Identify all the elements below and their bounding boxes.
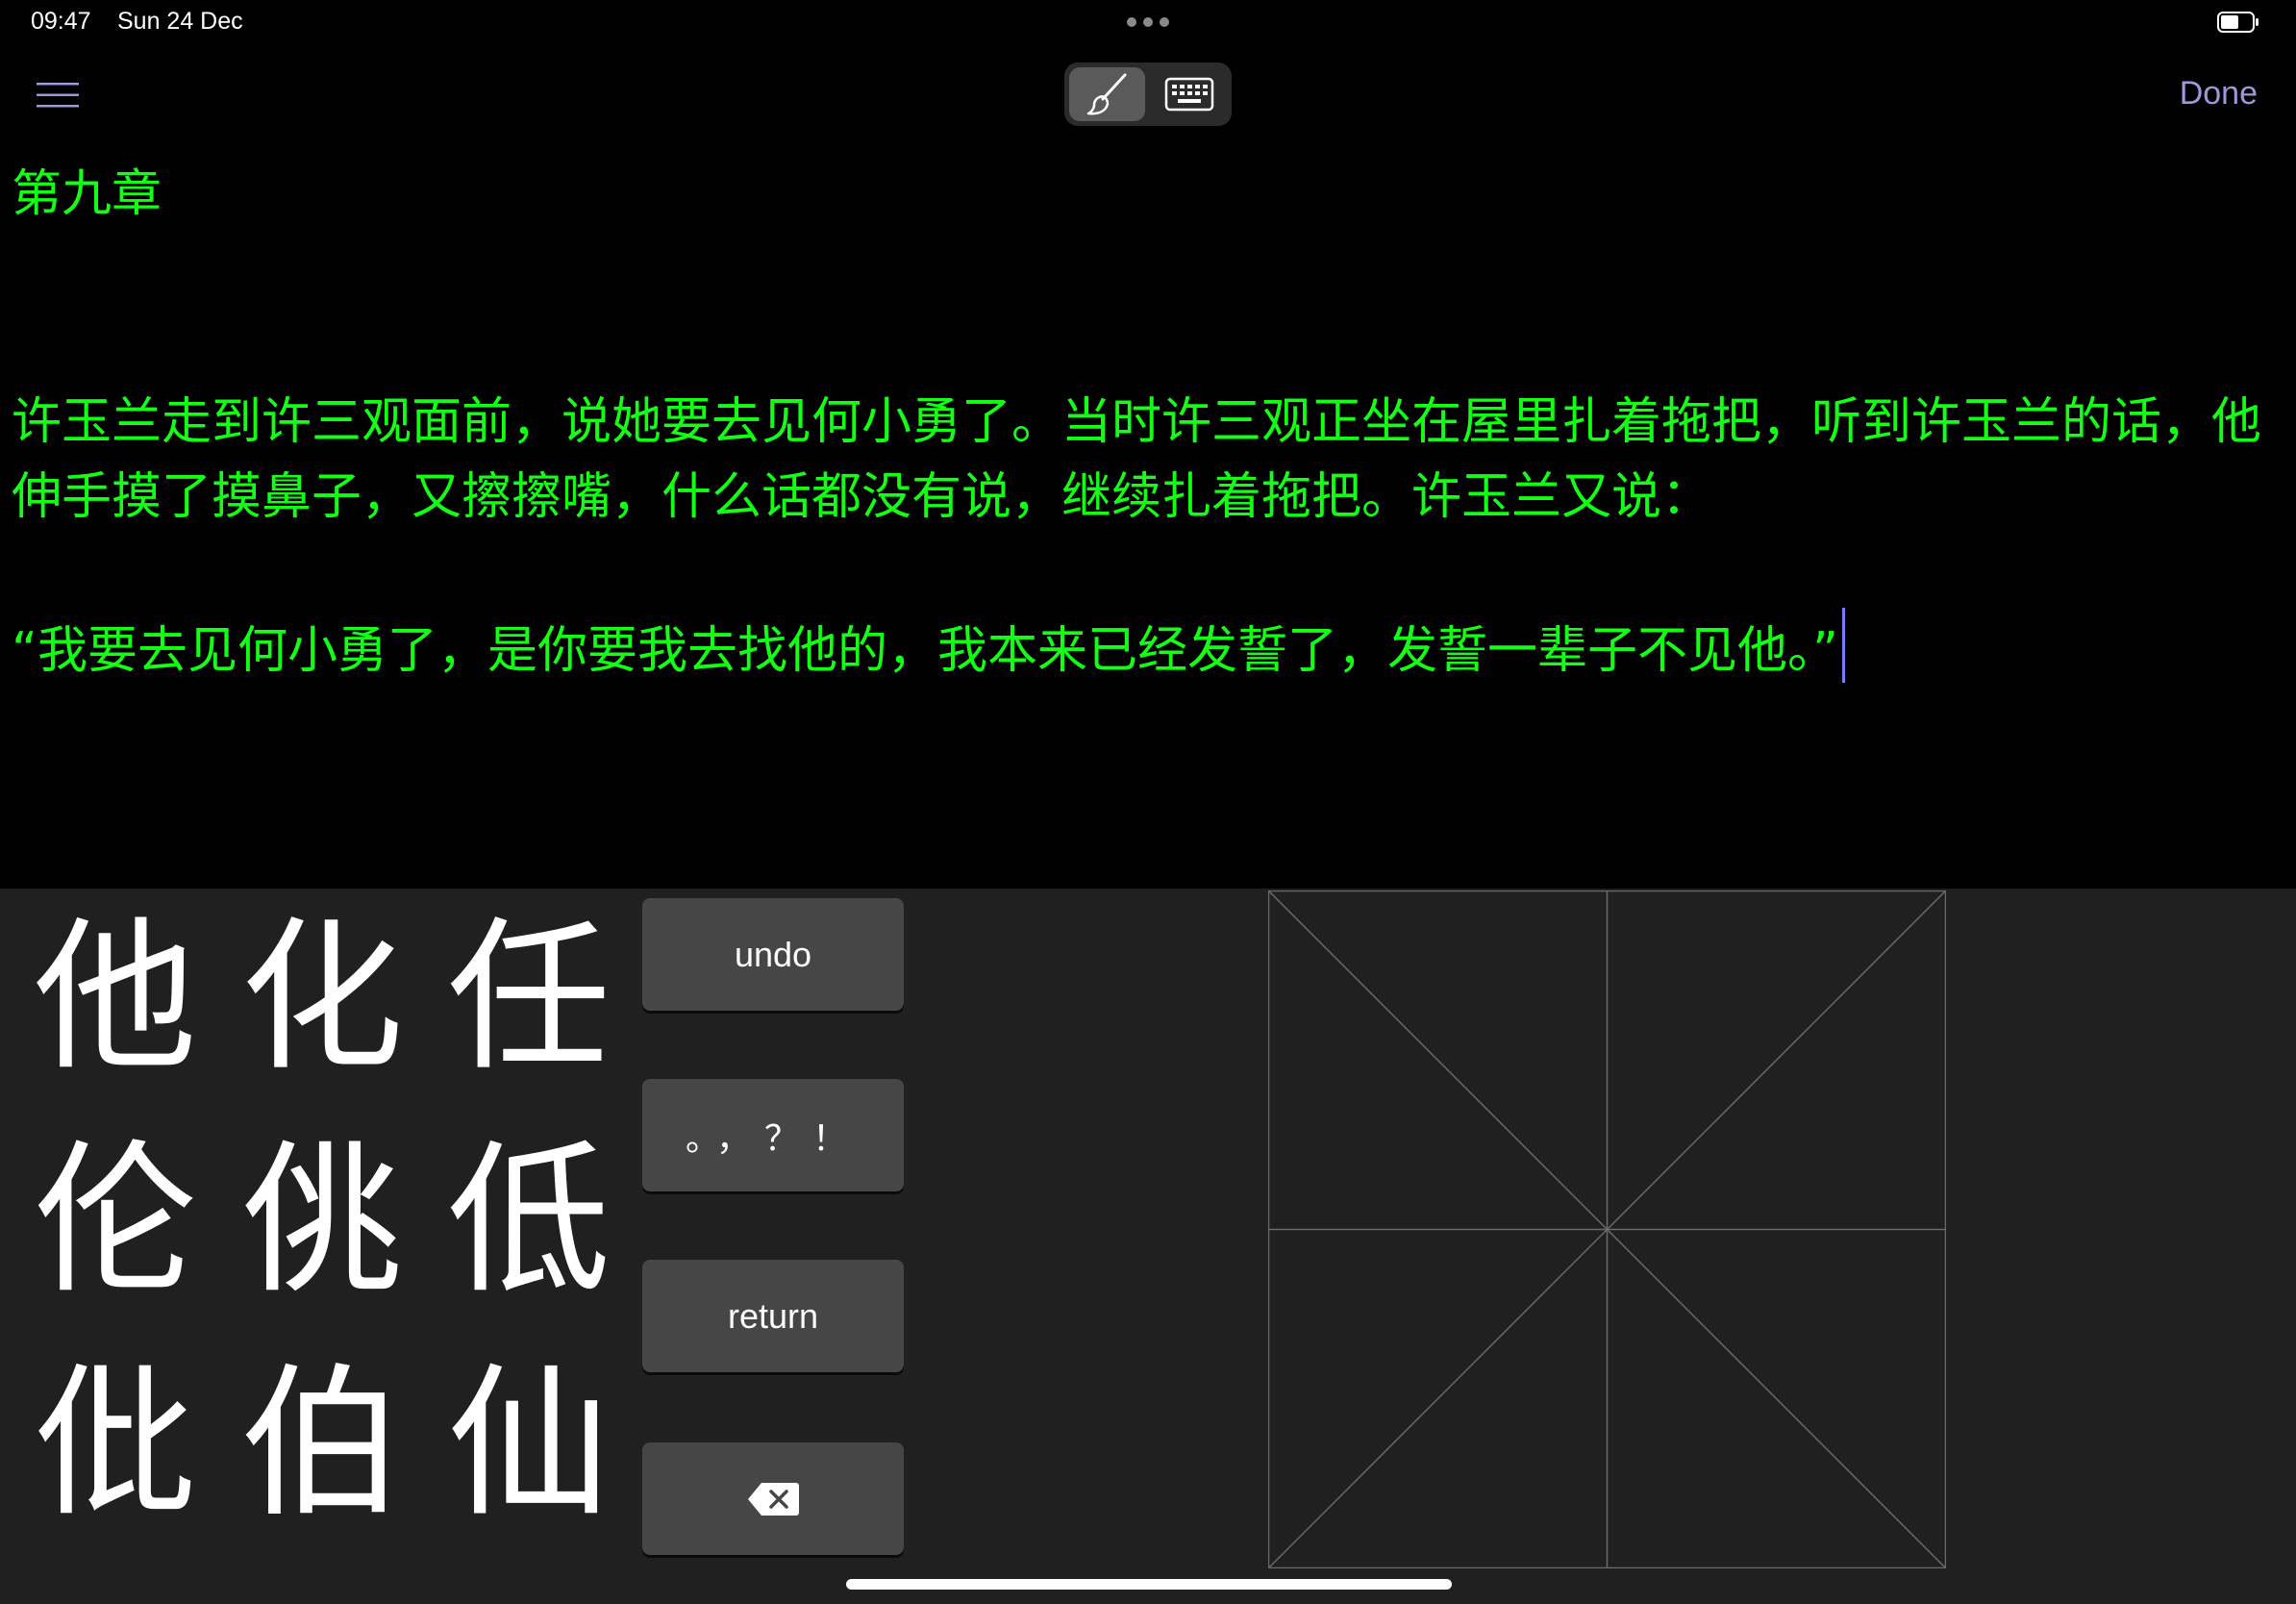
delete-button[interactable]: [642, 1442, 904, 1555]
paragraph: “我要去见何小勇了，是你要我去找他的，我本来已经发誓了，发誓一辈子不见他。”: [12, 608, 2281, 689]
candidate-character[interactable]: 佻: [226, 1125, 418, 1317]
candidate-grid: 他 化 任 伦 佻 低 仳 伯 仙: [19, 902, 625, 1566]
keyboard-icon: [1164, 77, 1213, 112]
status-bar: 09:47 Sun 24 Dec: [0, 0, 2296, 48]
handwriting-pad[interactable]: [1268, 890, 1946, 1568]
multitasking-dots-icon[interactable]: [1127, 17, 1169, 27]
undo-button[interactable]: undo: [642, 898, 904, 1011]
text-cursor: [1841, 608, 1845, 683]
candidate-character[interactable]: 低: [433, 1125, 625, 1317]
paragraph: 许玉兰走到许三观面前，说她要去见何小勇了。当时许三观正坐在屋里扎着拖把，听到许玉…: [12, 393, 2262, 526]
candidate-character[interactable]: 伯: [226, 1348, 418, 1541]
candidate-character[interactable]: 仙: [433, 1348, 625, 1541]
handwriting-input-panel: 他 化 任 伦 佻 低 仳 伯 仙 undo 。，？！ return: [0, 889, 2296, 1604]
status-time: 09:47: [31, 8, 91, 35]
paragraph-text: “我要去见何小勇了，是你要我去找他的，我本来已经发誓了，发誓一辈子不见他。”: [12, 622, 1838, 680]
brush-icon: [1086, 73, 1126, 115]
text-editor[interactable]: 第九章 许玉兰走到许三观面前，说她要去见何小勇了。当时许三观正坐在屋里扎着拖把，…: [0, 144, 2296, 885]
input-mode-switch: [1064, 63, 1232, 126]
battery-icon: [2217, 12, 2259, 33]
candidate-character[interactable]: 任: [433, 902, 625, 1094]
done-button[interactable]: Done: [2180, 75, 2258, 113]
punctuation-button[interactable]: 。，？！: [642, 1079, 904, 1191]
home-indicator[interactable]: [846, 1579, 1452, 1590]
handwriting-mode-button[interactable]: [1069, 67, 1145, 121]
delete-backward-icon: [748, 1482, 799, 1516]
keyboard-mode-button[interactable]: [1151, 67, 1227, 121]
return-button[interactable]: return: [642, 1260, 904, 1372]
candidate-character[interactable]: 他: [19, 902, 212, 1094]
status-date: Sun 24 Dec: [117, 8, 243, 35]
hamburger-menu-icon[interactable]: [37, 81, 79, 110]
candidate-character[interactable]: 仳: [19, 1348, 212, 1541]
candidate-character[interactable]: 伦: [19, 1125, 212, 1317]
chapter-title: 第九章: [12, 165, 162, 223]
candidate-character[interactable]: 化: [226, 902, 418, 1094]
